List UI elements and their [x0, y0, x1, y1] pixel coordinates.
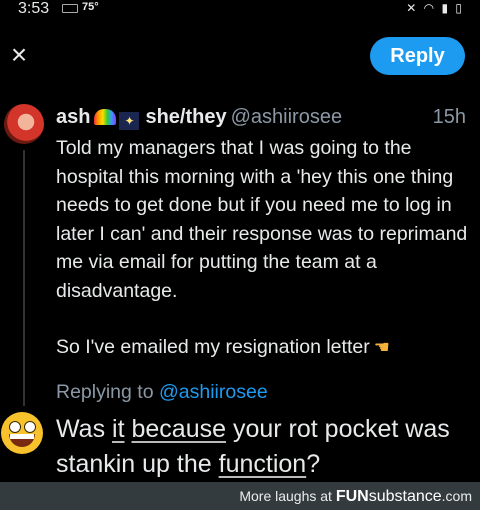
notification-icon	[62, 4, 78, 13]
reply-draft[interactable]: Was it because your rot pocket was stank…	[56, 412, 476, 482]
watermark-footer: More laughs at FUNsubstance.com	[0, 482, 480, 510]
tweet-paragraph-2: So I've emailed my resignation letter ☚	[56, 333, 470, 362]
tweet-time: 15h	[432, 106, 466, 128]
status-bar: 3:53 75° ✕ ◠ ▮ ▯	[0, 0, 480, 20]
status-time: 3:53	[18, 0, 50, 17]
footer-brand-suffix: .com	[441, 488, 472, 504]
close-button[interactable]: ×	[6, 39, 32, 70]
system-icons: ✕ ◠ ▮ ▯	[406, 1, 464, 15]
tweet-header: ash ✦ she/they @ashiirosee	[56, 106, 342, 132]
author-name[interactable]: ash	[56, 106, 90, 128]
footer-prefix: More laughs at	[239, 488, 332, 504]
author-handle[interactable]: @ashiirosee	[231, 106, 342, 128]
signal-icon: ▮	[441, 1, 451, 15]
grinning-emoji-icon	[1, 412, 43, 454]
wifi-icon: ◠	[423, 1, 437, 15]
rainbow-icon	[94, 109, 117, 125]
footer-brand-light: substance	[368, 488, 442, 505]
thread-line	[23, 150, 25, 406]
reply-word-underlined: because	[131, 415, 227, 443]
tweet-paragraph-text: So I've emailed my resignation letter	[56, 336, 370, 358]
night-sky-icon: ✦	[119, 112, 140, 130]
footer-brand-bold: FUN	[335, 488, 369, 505]
reply-button[interactable]: Reply	[370, 37, 465, 75]
replying-to: Replying to @ashiirosee	[56, 381, 268, 404]
replying-prefix: Replying to	[56, 381, 154, 403]
mute-icon: ✕	[406, 1, 419, 15]
tweet-paragraph: Told my managers that I was going to the…	[56, 137, 468, 302]
close-icon: ×	[10, 39, 28, 70]
author-avatar[interactable]	[4, 104, 44, 144]
status-temperature: 75°	[82, 1, 99, 13]
replying-handle[interactable]: @ashiirosee	[159, 381, 268, 403]
backhand-pointing-left-icon: ☚	[373, 337, 390, 357]
tweet-body: Told my managers that I was going to the…	[56, 134, 470, 362]
author-pronouns: she/they	[145, 106, 227, 128]
reply-word: Was	[56, 415, 106, 443]
reply-punct: ?	[306, 450, 321, 478]
reply-word-underlined: it	[112, 415, 125, 443]
reply-word-underlined: function	[218, 450, 307, 478]
battery-icon: ▯	[455, 1, 464, 15]
